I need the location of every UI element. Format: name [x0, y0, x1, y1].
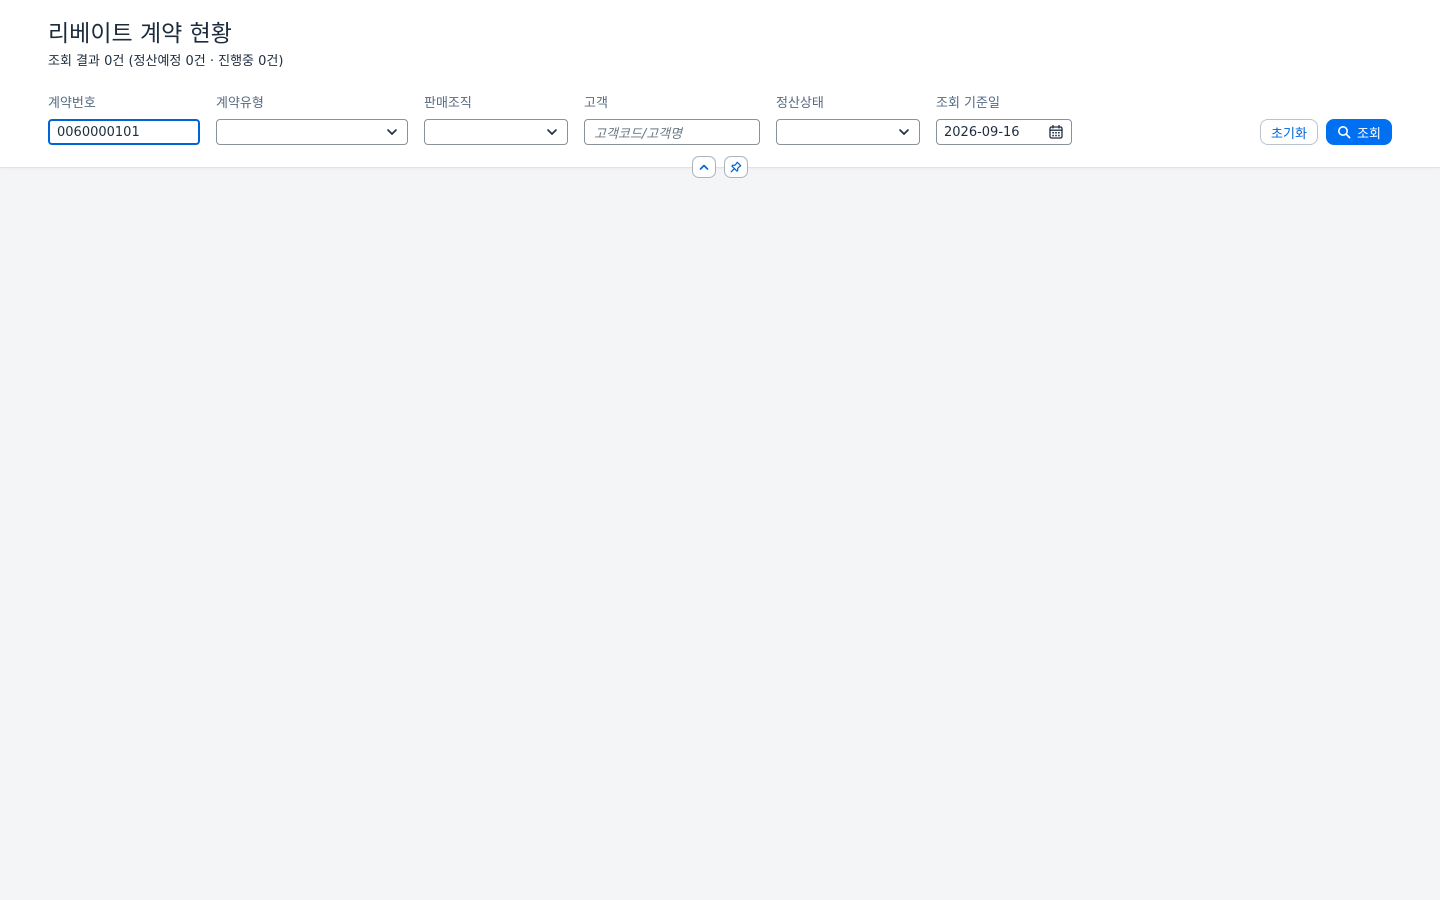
contract-type-select[interactable] [216, 119, 408, 145]
chevron-down-icon [899, 129, 909, 135]
result-summary: 조회 결과 0건 (정산예정 0건 · 진행중 0건) [48, 54, 284, 69]
calendar-icon[interactable] [1048, 124, 1064, 140]
base-date-value: 2026-09-16 [944, 124, 1020, 140]
sales-org-select[interactable] [424, 119, 568, 145]
search-button-label: 조회 [1357, 126, 1381, 142]
contract-no-value: 0060000101 [57, 124, 140, 140]
search-icon [1338, 126, 1351, 139]
contract-no-label: 계약번호 [48, 96, 96, 111]
chevron-down-icon [387, 129, 397, 135]
chevron-up-icon [699, 164, 709, 170]
sales-org-label: 판매조직 [424, 96, 472, 111]
settlement-status-label: 정산상태 [776, 96, 824, 111]
customer-placeholder: 고객코드/고객명 [594, 126, 683, 142]
page-title: 리베이트 계약 현황 [48, 21, 232, 47]
reset-button[interactable]: 초기화 [1260, 119, 1318, 145]
filter-bar-header: 리베이트 계약 현황 조회 결과 0건 (정산예정 0건 · 진행중 0건) 계… [0, 0, 1440, 168]
settlement-status-select[interactable] [776, 119, 920, 145]
contract-type-label: 계약유형 [216, 96, 264, 111]
customer-input[interactable]: 고객코드/고객명 [584, 119, 760, 145]
chevron-down-icon [547, 129, 557, 135]
contract-no-input[interactable]: 0060000101 [48, 119, 200, 145]
base-date-picker[interactable]: 2026-09-16 [936, 119, 1072, 145]
search-button[interactable]: 조회 [1326, 119, 1392, 145]
customer-label: 고객 [584, 96, 608, 111]
collapse-header-button[interactable] [692, 156, 716, 178]
base-date-label: 조회 기준일 [936, 96, 1000, 111]
pin-icon [730, 161, 742, 173]
pin-header-button[interactable] [724, 156, 748, 178]
